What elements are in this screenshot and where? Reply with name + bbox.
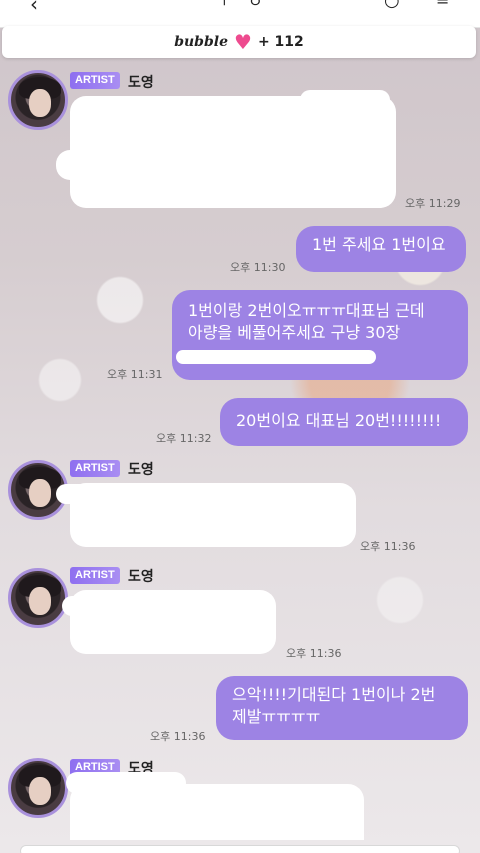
avatar[interactable] [8,758,68,818]
avatar-face [29,479,51,507]
message-timestamp: 오후 11:31 [107,368,163,381]
incoming-message-bubble[interactable] [70,96,396,208]
artist-badge: ARTIST [70,460,120,477]
artist-badge: ARTIST [70,72,120,89]
incoming-message-bubble[interactable] [70,590,276,654]
top-navigation-bar: ‹ | ㅇ ○ ≡ [0,0,480,28]
redaction-mark [176,350,376,364]
message-timestamp: 오후 11:29 [405,197,461,210]
message-text: 20번이요 대표님 20번!!!!!!!! [236,411,442,430]
outgoing-message-bubble[interactable]: 1번 주세요 1번이요 [296,226,466,272]
menu-icon[interactable]: ㅇ [248,0,263,12]
back-arrow-icon[interactable]: ‹ [30,0,38,16]
redaction-mark [56,484,96,504]
redaction-mark [56,150,116,180]
avatar-face [29,777,51,805]
sender-name: 도영 [128,569,154,585]
message-text: 1번 주세요 1번이요 [312,235,446,254]
message-timestamp: 오후 11:36 [286,647,342,660]
message-input-bar[interactable] [20,845,460,853]
message-text: 1번이랑 2번이오ㅠㅠㅠ대표님 근데 [188,301,425,320]
message-timestamp: 오후 11:36 [360,540,416,553]
avatar-face [29,587,51,615]
more-icon[interactable]: ≡ [436,0,449,9]
bubble-count: + 112 [257,34,304,50]
sender-name: 도영 [128,462,154,478]
message-timestamp: 오후 11:32 [156,432,212,445]
message-text: 아량을 베풀어주세요 구냥 30장 [188,323,401,342]
divider-icon: | [222,0,227,6]
outgoing-message-bubble[interactable]: 20번이요 대표님 20번!!!!!!!! [220,398,468,446]
avatar[interactable] [8,568,68,628]
avatar-face [29,89,51,117]
message-text: 으악!!!!기대된다 1번이나 2번 [232,685,436,704]
outgoing-message-bubble[interactable]: 1번이랑 2번이오ㅠㅠㅠ대표님 근데 아량을 베풀어주세요 구냥 30장 [172,290,468,380]
redaction-mark [300,90,390,110]
heart-icon: ♥ [234,30,252,54]
avatar[interactable] [8,70,68,130]
message-timestamp: 오후 11:36 [150,730,206,743]
bubble-brand: bubble [174,34,228,50]
message-timestamp: 오후 11:30 [230,261,286,274]
bubble-subscription-pill[interactable]: bubble ♥ + 112 [2,26,476,58]
redaction-mark [66,772,186,794]
search-icon[interactable]: ○ [384,0,400,11]
outgoing-message-bubble[interactable]: 으악!!!!기대된다 1번이나 2번 제발ㅠㅠㅠㅠ [216,676,468,740]
incoming-message-bubble[interactable] [70,483,356,547]
artist-badge: ARTIST [70,567,120,584]
redaction-mark [62,596,102,616]
message-text: 제발ㅠㅠㅠㅠ [232,707,321,726]
sender-name: 도영 [128,75,154,91]
